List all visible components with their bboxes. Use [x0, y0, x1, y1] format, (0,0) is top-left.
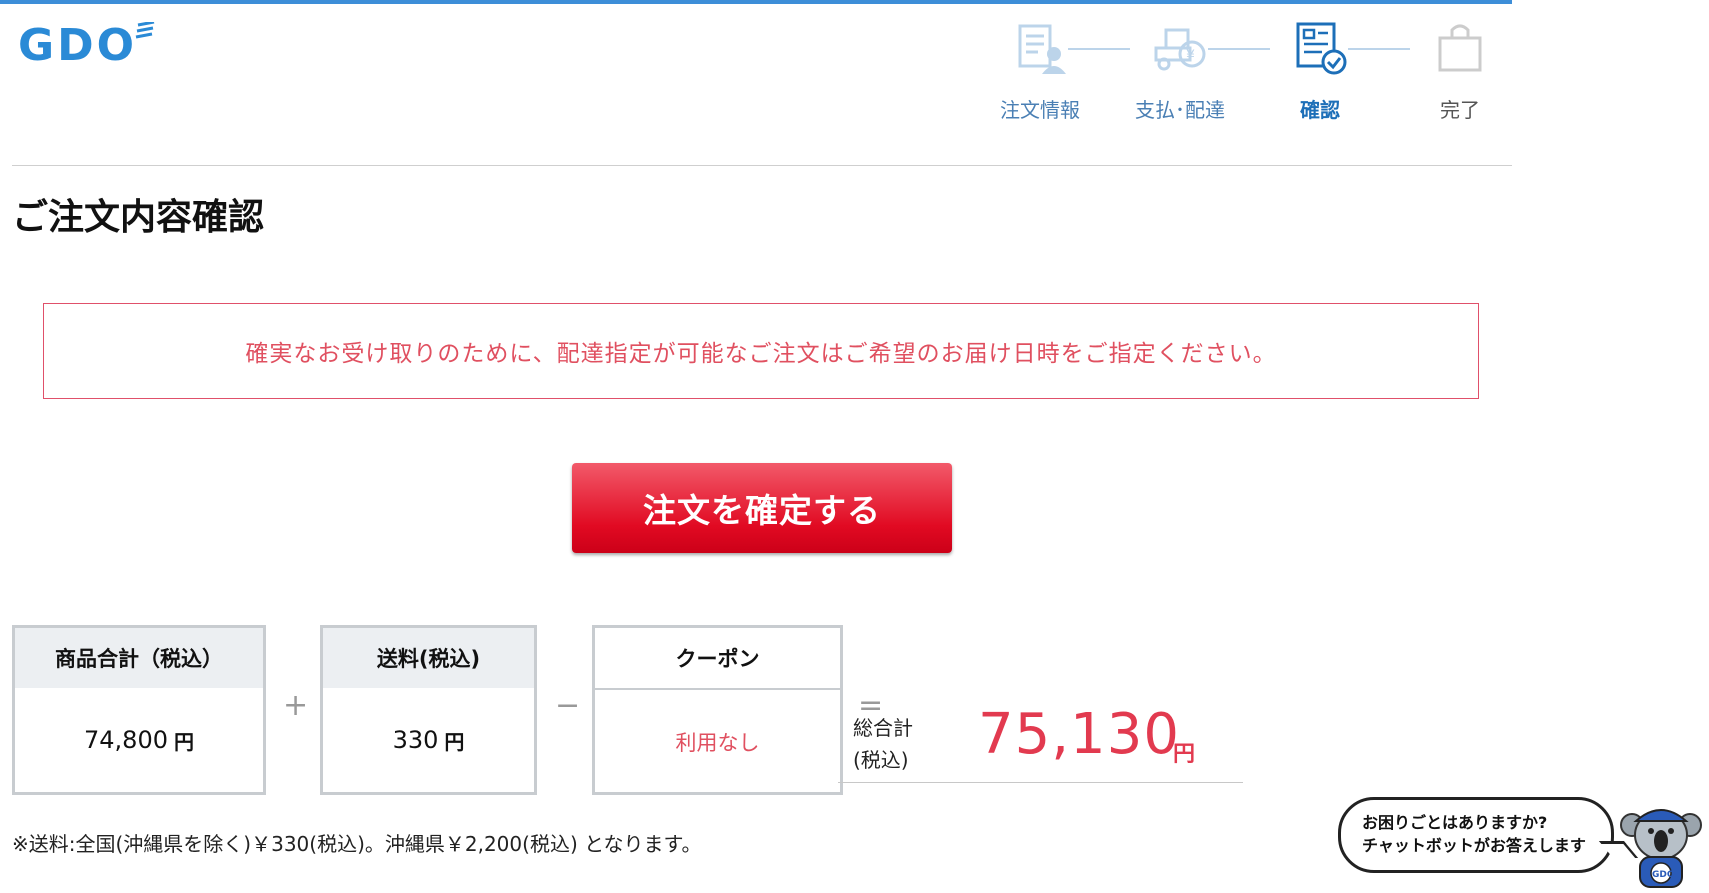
- header-top-line: [0, 0, 1512, 4]
- yen-unit: 円: [173, 729, 194, 754]
- confirm-check-icon: [1296, 22, 1347, 75]
- koala-mascot-icon[interactable]: GDO: [1620, 797, 1702, 889]
- yen-unit: 円: [1173, 742, 1196, 767]
- step-connector: [1208, 48, 1270, 50]
- step-order-info: 注文情報: [990, 20, 1090, 123]
- header-divider: [12, 165, 1512, 166]
- chatbot-launcher[interactable]: お困りごとはありますか? チャットボットがお答えします GDO: [1338, 797, 1702, 889]
- minus-sign: −: [555, 688, 581, 723]
- mascot-badge-text: GDO: [1652, 870, 1675, 880]
- plus-sign: +: [283, 688, 309, 723]
- step-payment-delivery: ¥ 支払･配達: [1130, 20, 1230, 123]
- items-total-box: 商品合計（税込） 74,800 円: [12, 625, 266, 795]
- items-total-value-row: 74,800 円: [15, 688, 263, 792]
- shipping-label: 送料(税込): [323, 628, 534, 688]
- grand-total-value: 75,130: [978, 702, 1180, 767]
- yen-unit: 円: [444, 729, 465, 754]
- step-label: 完了: [1440, 98, 1480, 122]
- shipping-value: 330: [392, 726, 439, 754]
- delivery-notice: 確実なお受け取りのために、配達指定が可能なご注文はご希望のお届け日時をご指定くだ…: [43, 303, 1479, 399]
- step-connector: [1348, 48, 1410, 50]
- truck-payment-icon: ¥: [1154, 28, 1206, 71]
- grand-total-label-line2: (税込): [853, 748, 909, 772]
- coupon-label: クーポン: [595, 628, 840, 690]
- step-label: 確認: [1300, 98, 1340, 122]
- step-complete: 完了: [1410, 20, 1510, 123]
- shipping-note: ※送料:全国(沖縄県を除く)￥330(税込)。沖縄県￥2,200(税込) となり…: [12, 832, 702, 856]
- chat-bubble-text: お困りごとはありますか? チャットボットがお答えします: [1362, 811, 1586, 857]
- grand-total-label-line1: 総合計: [853, 716, 913, 740]
- shopping-bag-icon: [1438, 24, 1482, 72]
- notice-text: 確実なお受け取りのために、配達指定が可能なご注文はご希望のお届け日時をご指定くだ…: [245, 341, 1277, 367]
- checkout-steps: 注文情報 ¥ 支払･配達 確認 完了: [990, 20, 1510, 122]
- confirm-order-button[interactable]: 注文を確定する: [572, 463, 952, 553]
- chat-line2: チャットボットがお答えします: [1362, 836, 1586, 855]
- coupon-value: 利用なし: [675, 731, 760, 755]
- step-label: 支払･配達: [1135, 98, 1225, 122]
- step-label: 注文情報: [1000, 98, 1080, 122]
- items-total-value: 74,800: [84, 726, 168, 754]
- svg-text:¥: ¥: [1186, 48, 1195, 64]
- gdo-logo[interactable]: GDO: [18, 20, 155, 71]
- order-info-icon: [1018, 24, 1066, 74]
- step-connector: [1068, 48, 1130, 50]
- chat-line1: お困りごとはありますか?: [1362, 813, 1548, 832]
- shipping-value-row: 330 円: [323, 688, 534, 792]
- logo-stripes-icon: [135, 22, 155, 39]
- step-confirm: 確認: [1270, 20, 1370, 123]
- logo-text: GDO: [18, 20, 138, 71]
- shipping-box: 送料(税込) 330 円: [320, 625, 537, 795]
- items-total-label: 商品合計（税込）: [15, 628, 263, 688]
- page-title: ご注文内容確認: [12, 197, 265, 238]
- grand-total: 総合計 (税込) 75,130 円: [838, 700, 1243, 783]
- coupon-box: クーポン 利用なし: [592, 625, 843, 795]
- grand-total-label: 総合計 (税込): [853, 712, 913, 776]
